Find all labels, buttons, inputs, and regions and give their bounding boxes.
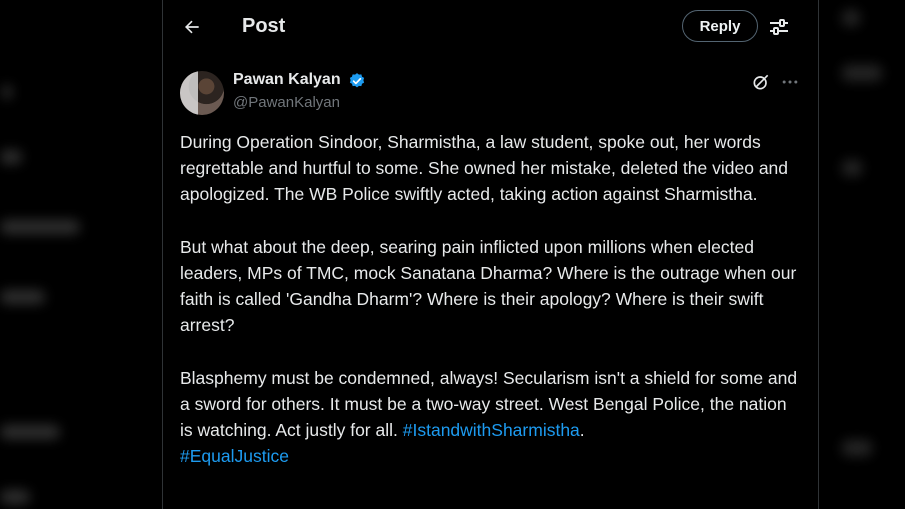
blurred-item <box>0 425 60 439</box>
blurred-item <box>842 440 872 456</box>
hashtag-link[interactable]: #IstandwithSharmistha <box>403 420 580 440</box>
avatar[interactable] <box>180 71 224 115</box>
blurred-item <box>2 85 12 99</box>
tweet-paragraph: During Operation Sindoor, Sharmistha, a … <box>180 132 789 205</box>
blurred-item <box>842 65 882 81</box>
arrow-left-icon <box>185 20 199 34</box>
post-header: Post Reply <box>163 0 818 56</box>
hashtag-link[interactable]: #EqualJustice <box>180 446 289 466</box>
post-column: Post Reply Pawan Kalyan @PawanKalyan Dur… <box>162 0 819 509</box>
blurred-item <box>0 290 45 304</box>
reply-button[interactable]: Reply <box>682 10 758 42</box>
grok-icon <box>753 74 769 90</box>
blurred-sidebar-right <box>818 0 905 509</box>
more-horizontal-icon <box>782 80 798 84</box>
blurred-sidebar <box>0 0 162 509</box>
author-name[interactable]: Pawan Kalyan <box>233 71 341 89</box>
verified-badge-icon <box>349 73 365 88</box>
blurred-item <box>842 160 862 176</box>
blurred-item <box>0 220 80 234</box>
tweet-paragraph-final: Blasphemy must be condemned, always! Sec… <box>180 365 800 470</box>
screen: Post Reply Pawan Kalyan @PawanKalyan Dur… <box>0 0 905 509</box>
trailing-period: . <box>579 420 585 441</box>
filter-button[interactable] <box>767 15 791 39</box>
back-button[interactable] <box>177 12 207 42</box>
tweet-text: During Operation Sindoor, Sharmistha, a … <box>180 129 800 496</box>
blurred-item <box>0 490 30 504</box>
grok-button[interactable] <box>751 72 771 92</box>
tweet-paragraph: But what about the deep, searing pain in… <box>180 236 797 336</box>
blurred-item <box>0 150 22 164</box>
author-handle[interactable]: @PawanKalyan <box>233 94 340 111</box>
blurred-item <box>842 10 860 26</box>
more-options-button[interactable] <box>780 72 800 92</box>
sliders-icon <box>770 19 788 35</box>
page-title: Post <box>242 15 286 37</box>
